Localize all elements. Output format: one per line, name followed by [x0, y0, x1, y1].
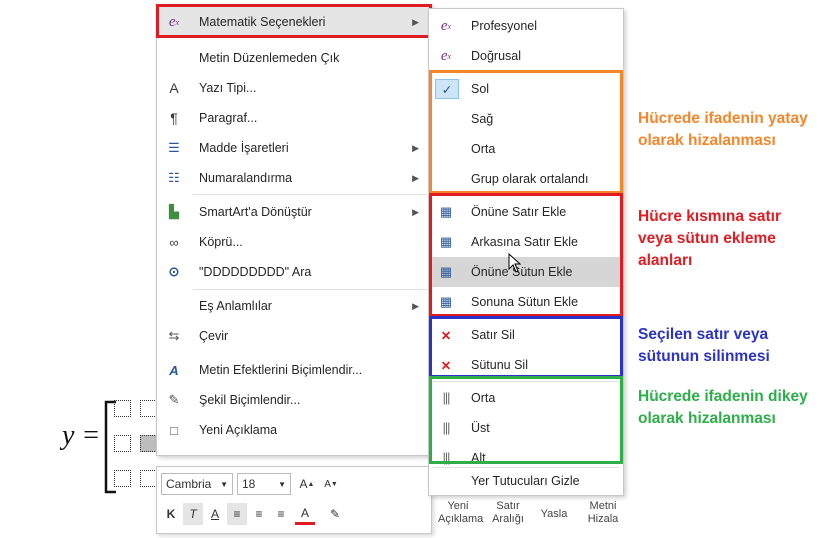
matrix-placeholder[interactable] [140, 470, 157, 487]
annotation-delete: Seçilen satır veya sütunun silinmesi [638, 324, 814, 368]
align-left-icon[interactable]: ≡ [227, 503, 247, 525]
submenu-item-label: Yer Tutucuları Gizle [471, 474, 580, 488]
menu-item-paragraph[interactable]: ¶ Paragraf... [157, 103, 431, 133]
toolbar-button-line-spacing[interactable]: Satır Aralığı [488, 500, 528, 526]
annotation-text: Hücre kısmına satır veya sütun ekleme al… [638, 208, 782, 269]
matrix-placeholder[interactable] [114, 435, 131, 452]
annotation-insert: Hücre kısmına satır veya sütun ekleme al… [638, 206, 818, 272]
align-right-icon[interactable]: ≡ [271, 503, 291, 525]
submenu-item-professional[interactable]: ex Profesyonel [429, 11, 623, 41]
format-painter-icon[interactable]: ✎ [325, 503, 345, 525]
menu-item-label: Metin Düzenlemeden Çık [199, 51, 340, 65]
menu-item-label: Şekil Biçimlendir... [199, 393, 301, 407]
highlight-frame-insert [429, 193, 623, 317]
highlight-frame-vertical-align [429, 376, 623, 464]
mini-toolbar: Cambria ▼ 18 ▼ A ▲ A ▼ K T A ≡ ≡ ≡ A ✎ [156, 466, 432, 534]
chevron-right-icon: ▶ [412, 206, 419, 217]
equation-lhs: y = [62, 420, 100, 452]
menu-item-text-effects[interactable]: A Metin Efektlerini Biçimlendir... [157, 355, 431, 385]
highlight-frame-delete [429, 316, 623, 378]
paragraph-icon: ¶ [170, 110, 178, 126]
matrix-placeholder[interactable] [140, 400, 157, 417]
italic-icon[interactable]: T [183, 503, 203, 525]
font-name-value: Cambria [166, 477, 212, 491]
menu-item-bullets[interactable]: ☰ Madde İşaretleri ▶ [157, 133, 431, 163]
equation-text: y = [62, 420, 101, 451]
font-icon: A [169, 80, 179, 96]
matrix-placeholder[interactable] [140, 435, 157, 452]
menu-item-numbering[interactable]: ☷ Numaralandırma ▶ [157, 163, 431, 193]
menu-item-font[interactable]: A Yazı Tipi... [157, 73, 431, 103]
toolbar-button-label: Yasla [540, 508, 568, 520]
font-size-dropdown[interactable]: 18 ▼ [237, 473, 291, 495]
font-name-dropdown[interactable]: Cambria ▼ [161, 473, 233, 495]
submenu-item-label: Doğrusal [471, 49, 522, 63]
chevron-right-icon: ▶ [412, 142, 419, 153]
toolbar-button-label: Metni Hizala [587, 500, 619, 525]
menu-item-label: Yazı Tipi... [199, 81, 257, 95]
annotation-text: Seçilen satır veya sütunun silinmesi [638, 326, 770, 365]
matrix-placeholder[interactable] [114, 400, 131, 417]
annotation-vertical-align: Hücrede ifadenin dikey olarak hizalanmas… [638, 386, 808, 430]
annotation-text: Hücrede ifadenin yatay olarak hizalanmas… [638, 110, 808, 149]
chevron-right-icon: ▶ [412, 300, 419, 311]
menu-item-label: Paragraf... [199, 111, 258, 125]
submenu-item-label: Profesyonel [471, 19, 538, 33]
shrink-font-icon[interactable]: A ▼ [321, 473, 341, 495]
menu-item-label: SmartArt'a Dönüştür [199, 205, 312, 219]
comment-icon: □ [170, 422, 178, 438]
menu-item-label: Eş Anlamlılar [199, 299, 272, 313]
underline-icon[interactable]: A [205, 503, 225, 525]
menu-item-translate[interactable]: ⇆ Çevir [157, 321, 431, 351]
annotation-horizontal-align: Hücrede ifadenin yatay olarak hizalanmas… [638, 108, 808, 152]
menu-item-label: Metin Efektlerini Biçimlendir... [199, 363, 363, 377]
menu-item-label: Yeni Açıklama [199, 423, 278, 437]
menu-item-hyperlink[interactable]: ∞ Köprü... [157, 227, 431, 257]
highlight-frame-math-options [156, 4, 432, 38]
toolbar-button-label: Satır Aralığı [492, 500, 524, 525]
link-icon: ∞ [169, 234, 179, 250]
search-icon: ⊙ [168, 264, 180, 279]
numbering-icon: ☷ [168, 170, 180, 185]
highlight-frame-horizontal-align [429, 70, 623, 194]
menu-item-label: Çevir [199, 329, 229, 343]
toolbar-button-new-comment[interactable]: Yeni Açıklama [438, 500, 483, 526]
align-center-icon[interactable]: ≡ [249, 503, 269, 525]
toolbar-button-justify[interactable]: Yasla [538, 508, 570, 521]
format-shape-icon: ✎ [168, 392, 180, 407]
menu-item-label: Numaralandırma [199, 171, 293, 185]
chevron-down-icon: ▼ [278, 479, 286, 489]
math-linear-icon: ex [440, 47, 452, 64]
matrix-placeholder[interactable] [114, 470, 131, 487]
chevron-down-icon: ▼ [220, 479, 228, 489]
grow-font-icon[interactable]: A ▲ [297, 473, 317, 495]
toolbar-button-align-text[interactable]: Metni Hizala [580, 500, 626, 526]
bold-icon[interactable]: K [161, 503, 181, 525]
font-size-value: 18 [242, 477, 256, 491]
menu-item-exit-text-edit[interactable]: Metin Düzenlemeden Çık [157, 43, 431, 73]
menu-item-format-shape[interactable]: ✎ Şekil Biçimlendir... [157, 385, 431, 415]
submenu-item-linear[interactable]: ex Doğrusal [429, 41, 623, 71]
translate-icon: ⇆ [168, 328, 180, 343]
submenu-item-hide-placeholders[interactable]: Yer Tutucuları Gizle [429, 467, 623, 495]
menu-item-label: Madde İşaretleri [199, 141, 289, 155]
menu-separator [193, 194, 427, 195]
toolbar-button-label: Yeni Açıklama [438, 500, 484, 525]
menu-separator [193, 289, 427, 290]
menu-item-search[interactable]: ⊙ "DDDDDDDDD" Ara [157, 257, 431, 287]
menu-item-smartart[interactable]: ▙ SmartArt'a Dönüştür ▶ [157, 197, 431, 227]
menu-item-new-comment[interactable]: □ Yeni Açıklama [157, 415, 431, 445]
annotation-text: Hücrede ifadenin dikey olarak hizalanmas… [638, 388, 808, 427]
context-menu: ex Matematik Seçenekleri ▶ Metin Düzenle… [156, 4, 432, 456]
chevron-right-icon: ▶ [412, 172, 419, 183]
text-effects-icon: A [169, 362, 179, 378]
math-professional-icon: ex [440, 17, 452, 34]
bullets-icon: ☰ [168, 140, 180, 155]
menu-item-label: Köprü... [199, 235, 243, 249]
menu-item-label: "DDDDDDDDD" Ara [199, 265, 312, 279]
smartart-icon: ▙ [169, 204, 179, 219]
menu-item-synonyms[interactable]: Eş Anlamlılar ▶ [157, 291, 431, 321]
font-color-icon[interactable]: A [295, 503, 315, 525]
